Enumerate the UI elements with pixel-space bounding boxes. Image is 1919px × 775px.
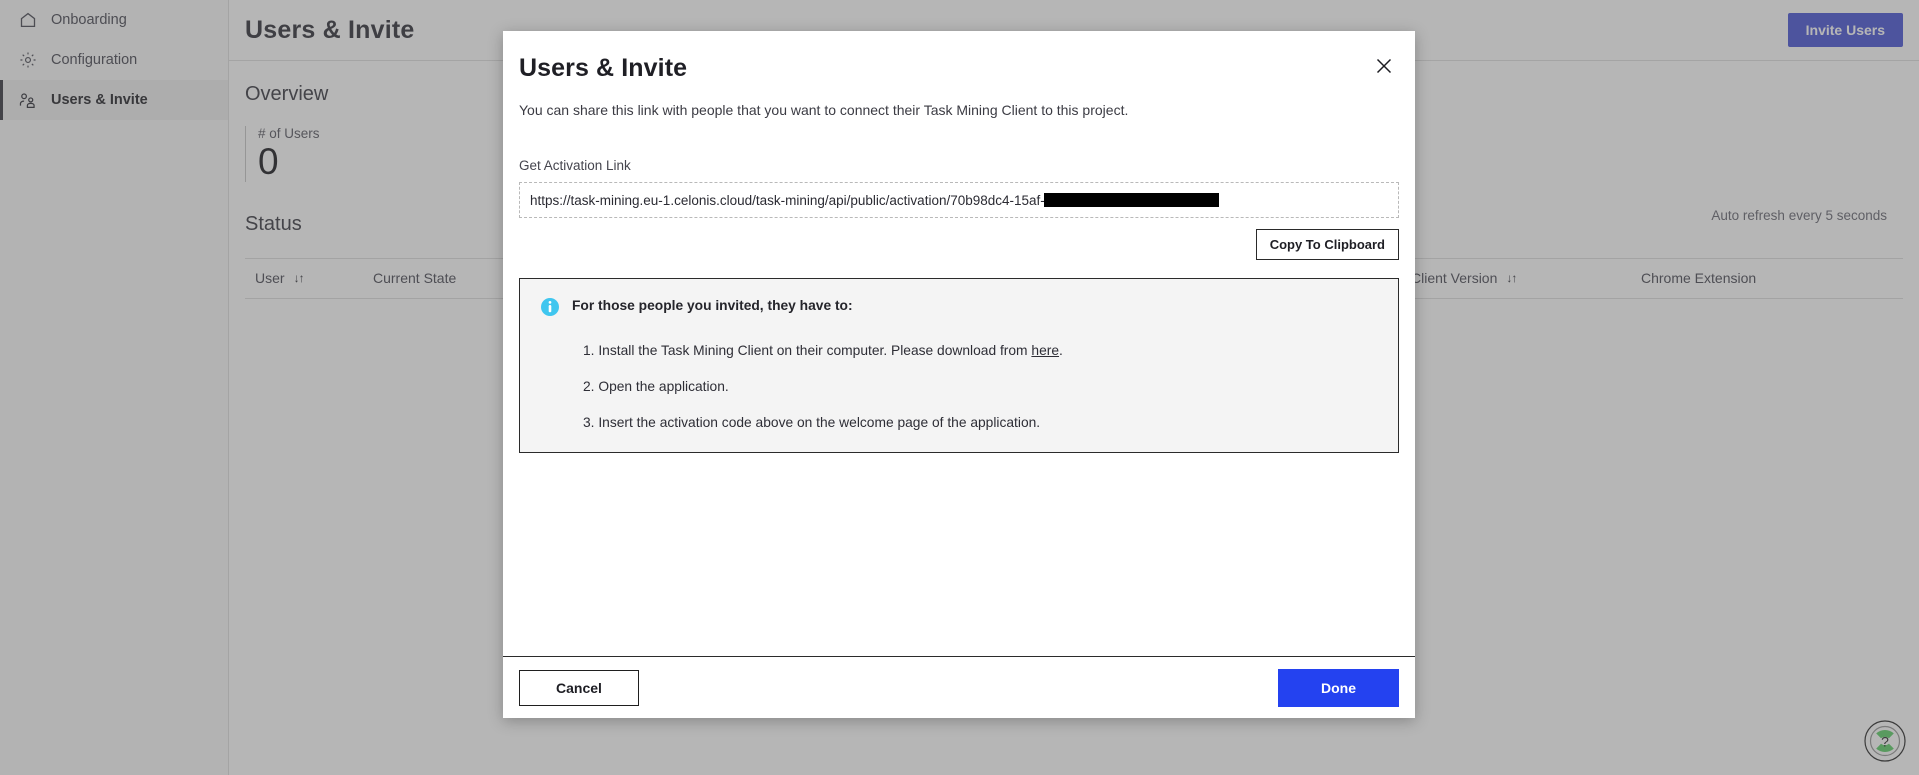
info-header: For those people you invited, they have … xyxy=(540,297,1378,322)
download-here-link[interactable]: here xyxy=(1031,343,1059,358)
copy-row: Copy To Clipboard xyxy=(519,229,1399,260)
activation-link-input[interactable]: https://task-mining.eu-1.celonis.cloud/t… xyxy=(519,182,1399,218)
modal-description: You can share this link with people that… xyxy=(519,102,1129,118)
modal-title: Users & Invite xyxy=(519,54,688,82)
done-button[interactable]: Done xyxy=(1278,668,1399,707)
activation-link-label: Get Activation Link xyxy=(519,158,631,173)
modal-footer: Cancel Done xyxy=(503,656,1415,718)
info-step-1-suffix: . xyxy=(1059,343,1063,358)
app-root: Onboarding Configuration Users & Invite … xyxy=(0,0,1919,775)
info-heading-text: For those people you invited, they have … xyxy=(572,298,853,313)
info-step-2: 2. Open the application. xyxy=(583,379,729,394)
close-icon[interactable] xyxy=(1369,51,1399,81)
info-box: For those people you invited, they have … xyxy=(519,278,1399,453)
redaction-bar xyxy=(1043,193,1219,207)
cancel-button[interactable]: Cancel xyxy=(519,669,639,706)
modal-body: Users & Invite You can share this link w… xyxy=(503,31,1415,656)
info-step-1: 1. Install the Task Mining Client on the… xyxy=(540,343,1378,358)
info-step-3: 3. Insert the activation code above on t… xyxy=(583,415,1041,430)
users-invite-modal: Users & Invite You can share this link w… xyxy=(503,31,1415,718)
copy-to-clipboard-button[interactable]: Copy To Clipboard xyxy=(1255,229,1399,260)
activation-link-value: https://task-mining.eu-1.celonis.cloud/t… xyxy=(530,192,1045,208)
info-icon xyxy=(540,297,560,322)
info-step-1-text: 1. Install the Task Mining Client on the… xyxy=(583,343,1032,358)
